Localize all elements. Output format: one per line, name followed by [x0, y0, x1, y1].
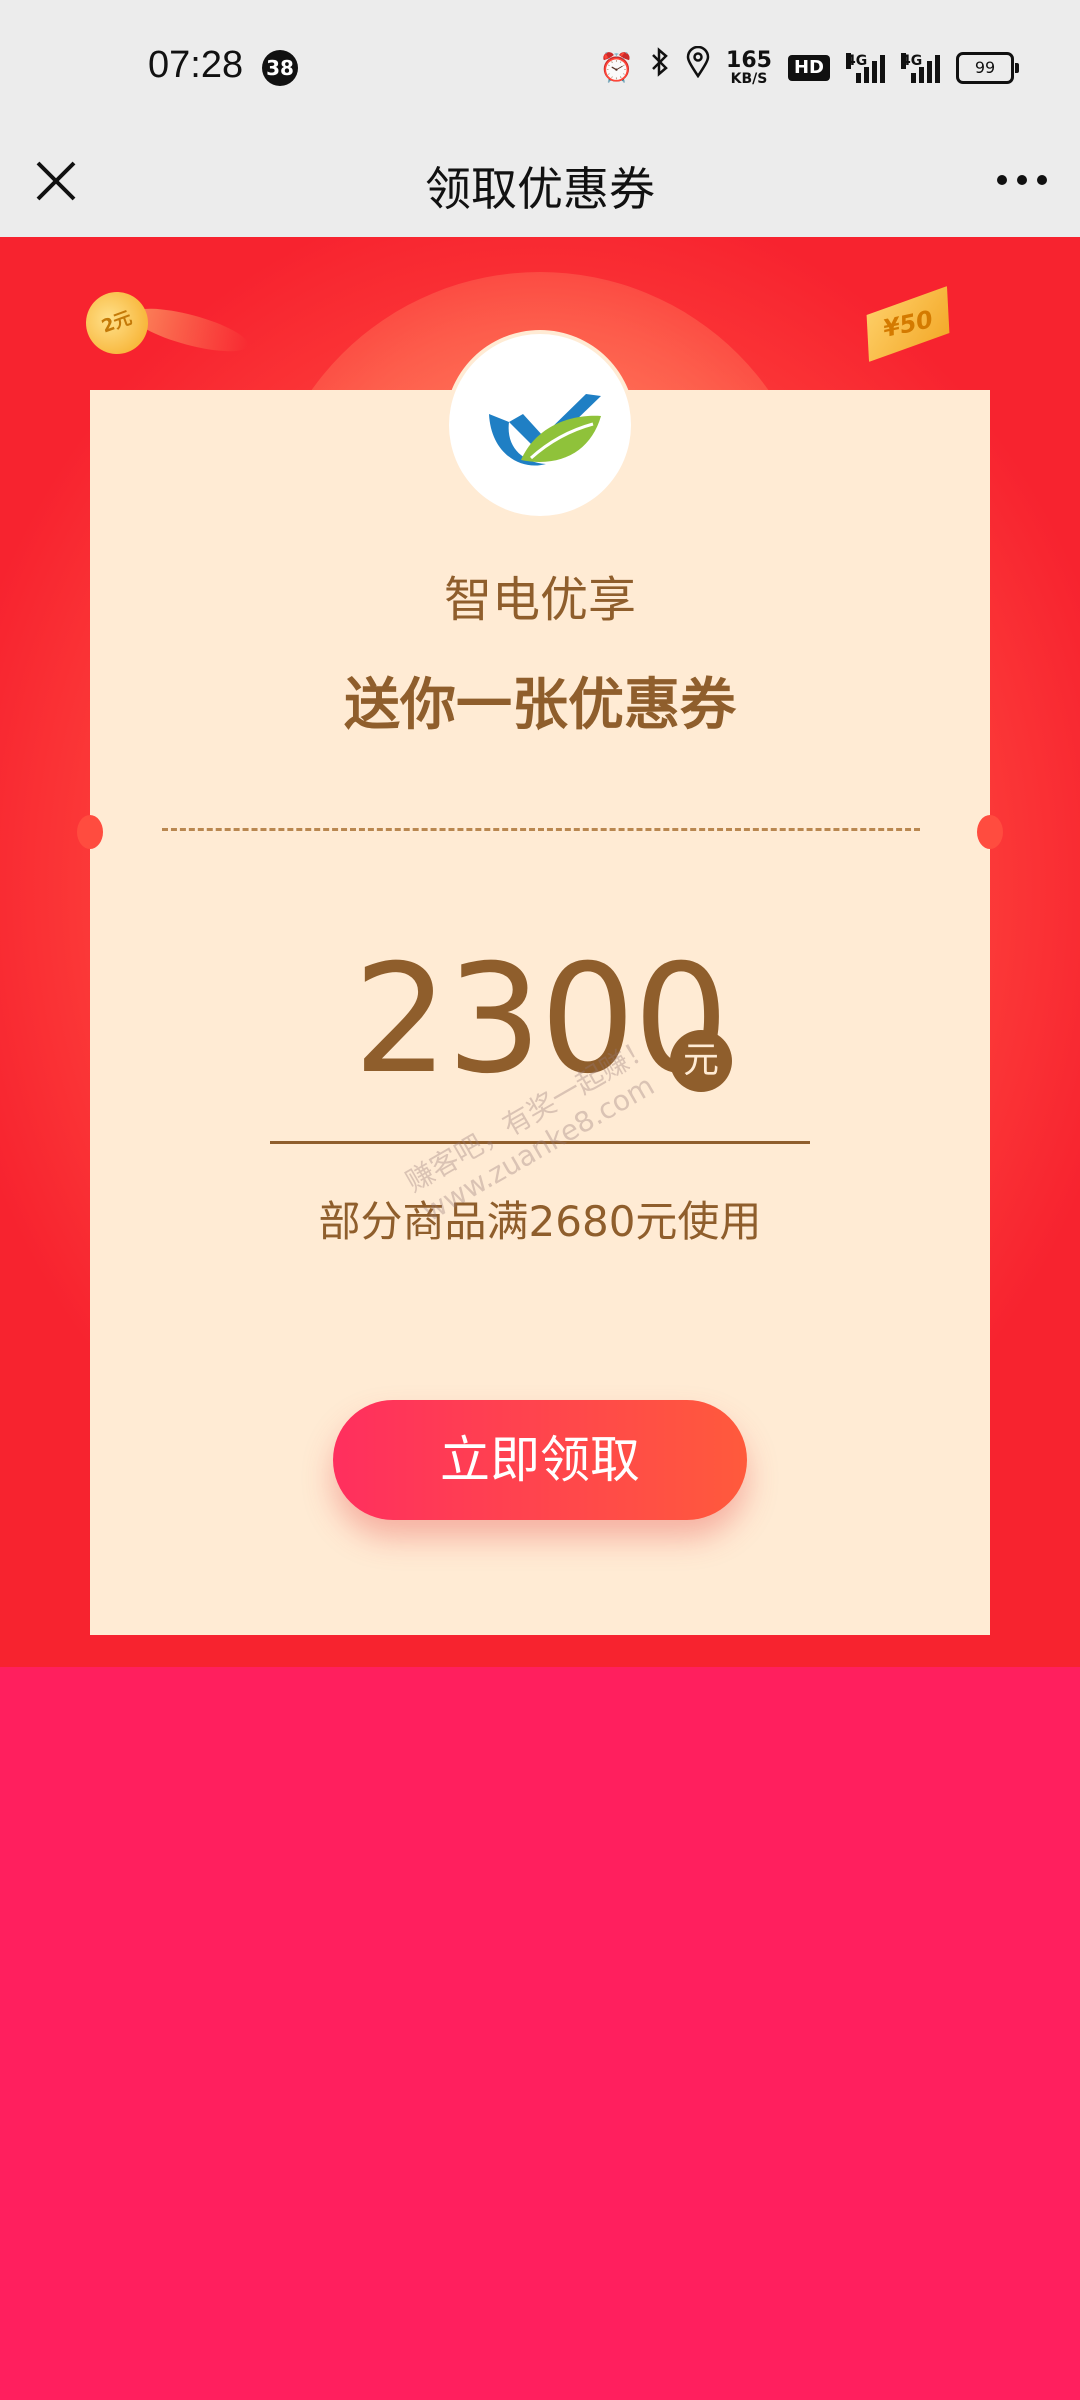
signal-icon-1: 4G: [846, 53, 885, 83]
network-speed-value: 165: [726, 48, 772, 73]
dashed-divider: [162, 828, 920, 831]
brand-logo: [451, 336, 629, 514]
card-notch-left: [77, 815, 103, 849]
coin-icon: 2元: [77, 283, 157, 363]
more-button[interactable]: [994, 165, 1050, 195]
status-time: 07:28: [148, 44, 244, 86]
currency-unit-badge: 元: [670, 1030, 732, 1092]
card-notch-right: [977, 815, 1003, 849]
brand-logo-icon: [489, 394, 601, 466]
signal-icon-2: 4G: [901, 53, 940, 83]
brand-name: 智电优享: [443, 572, 636, 628]
more-icon: [997, 175, 1047, 185]
location-icon: [686, 45, 710, 91]
coupon-condition: 部分商品满2680元使用: [318, 1197, 762, 1246]
signal-2-label: 4G: [901, 53, 923, 69]
battery-icon: 99: [956, 52, 1019, 84]
battery-level: 99: [974, 58, 996, 77]
claim-coupon-button[interactable]: 立即领取: [333, 1400, 747, 1520]
coupon-amount-row: 2300: [0, 945, 1080, 1095]
cash-note-icon: ¥50: [857, 286, 959, 362]
bluetooth-icon: [650, 46, 670, 91]
coupon-headline: 送你一张优惠券: [344, 673, 736, 738]
status-bar: 07:28 38 ⏰ 165 KB/S HD 4G 4G 99: [0, 0, 1080, 135]
status-icons: ⏰ 165 KB/S HD 4G 4G 99: [599, 45, 1019, 91]
page-title: 领取优惠券: [425, 162, 655, 216]
alarm-icon: ⏰: [599, 51, 635, 84]
signal-1-label: 4G: [846, 53, 868, 69]
network-speed-unit: KB/S: [730, 71, 768, 87]
notification-badge: 38: [262, 50, 298, 86]
hd-badge: HD: [787, 55, 830, 81]
nav-bar: 领取优惠券: [0, 135, 1080, 237]
network-speed: 165 KB/S: [726, 48, 772, 87]
